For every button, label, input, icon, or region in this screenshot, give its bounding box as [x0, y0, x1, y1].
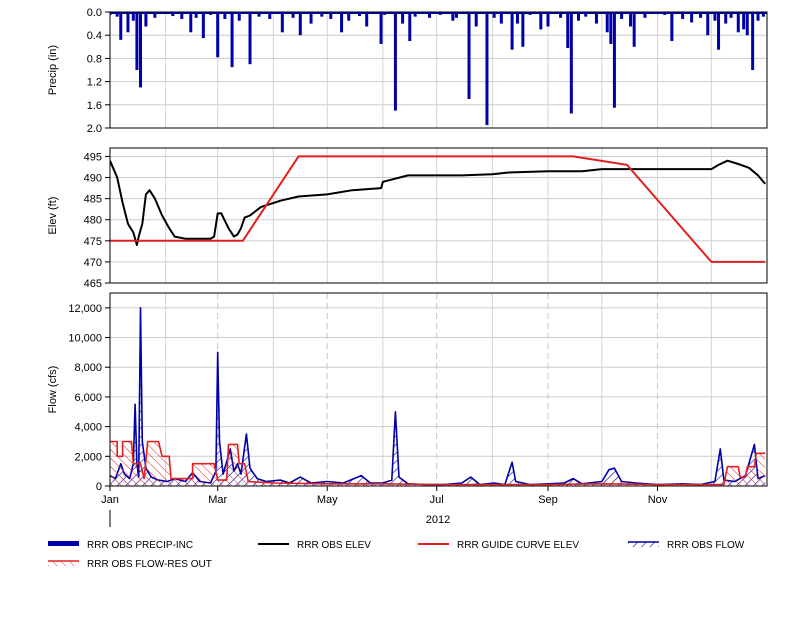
precip-bar: [736, 12, 740, 33]
precip-bar: [745, 12, 749, 36]
y-tick-label: 4,000: [74, 422, 102, 434]
precip-bar: [742, 12, 746, 30]
x-axis-year-label: 2012: [426, 514, 450, 526]
precip-bar: [632, 12, 636, 47]
precip-bar: [365, 12, 369, 27]
precip-bar: [408, 12, 412, 41]
y-tick-label: 0.0: [87, 7, 102, 19]
precip-bar: [546, 12, 550, 27]
precip-bar: [629, 12, 633, 27]
legend-label: RRR OBS FLOW: [667, 540, 745, 551]
precip-bar: [340, 12, 344, 33]
x-tick-label: Sep: [538, 494, 558, 506]
y-tick-label: 1.2: [87, 77, 102, 89]
y-tick-label: 2.0: [87, 123, 102, 135]
legend-item: RRR OBS FLOW: [628, 540, 745, 551]
precip-bar: [144, 12, 148, 27]
legend-item: RRR OBS ELEV: [258, 540, 371, 551]
x-tick-label: Jan: [101, 494, 119, 506]
plot-area: [110, 293, 767, 486]
x-tick-label: May: [317, 494, 338, 506]
precip-bar: [201, 12, 205, 39]
y-tick-label: 495: [84, 151, 102, 163]
precip-bar: [521, 12, 525, 47]
precip-bar: [609, 12, 613, 44]
x-axis: 2012 Jan Mar May Jul Sep Nov: [101, 486, 668, 527]
legend-item: RRR OBS PRECIP-INC: [48, 540, 193, 551]
panel-2: 465 470 475 480 485 490 495 Elev (ft): [47, 147, 768, 290]
precip-bar: [485, 12, 489, 126]
y-tick-label: 0.4: [87, 30, 102, 42]
plot-area: [110, 12, 767, 128]
y-tick-label: 475: [84, 236, 102, 248]
precip-bar: [393, 12, 397, 111]
legend-label: RRR OBS PRECIP-INC: [87, 540, 193, 551]
precip-bar: [717, 12, 721, 50]
y-axis-label: Precip (in): [47, 45, 59, 95]
chart-panels: 0.0 0.4 0.8 1.2 1.6 2.0 Precip (in) 465 470 475 48…: [47, 7, 768, 493]
y-tick-label: 12,000: [68, 303, 102, 315]
legend-swatch: [48, 541, 79, 546]
precip-bar: [612, 12, 616, 108]
legend-label: RRR OBS ELEV: [297, 540, 371, 551]
precip-bar: [379, 12, 383, 44]
y-tick-label: 465: [84, 278, 102, 290]
x-tick-label: Jul: [430, 494, 444, 506]
y-tick-label: 485: [84, 194, 102, 206]
precip-bar: [569, 12, 573, 114]
legend-item: RRR GUIDE CURVE ELEV: [418, 540, 579, 551]
chart-svg: 0.0 0.4 0.8 1.2 1.6 2.0 Precip (in) 465 470 475 48…: [47, 7, 768, 570]
legend-label: RRR GUIDE CURVE ELEV: [457, 540, 579, 551]
y-axis-label: Flow (cfs): [47, 366, 59, 414]
precip-bar: [230, 12, 234, 68]
precip-bar: [248, 12, 252, 65]
y-tick-label: 490: [84, 173, 102, 185]
legend-label: RRR OBS FLOW-RES OUT: [87, 559, 212, 570]
precip-bar: [135, 12, 139, 70]
precip-bar: [189, 12, 193, 33]
precip-bar: [139, 12, 143, 88]
legend: RRR OBS PRECIP-INC RRR OBS ELEV RRR GUIDE …: [48, 540, 745, 570]
precip-bar: [126, 12, 130, 33]
precip-bar: [216, 12, 220, 58]
precip-bar: [605, 12, 609, 33]
precip-bar: [670, 12, 674, 41]
y-tick-label: 480: [84, 215, 102, 227]
chart-root: 0.0 0.4 0.8 1.2 1.6 2.0 Precip (in) 465 470 475 48…: [0, 0, 800, 627]
precip-bar: [119, 12, 123, 40]
x-tick-label: Nov: [648, 494, 668, 506]
y-tick-label: 0.8: [87, 53, 102, 65]
y-tick-label: 1.6: [87, 100, 102, 112]
y-tick-label: 8,000: [74, 362, 102, 374]
precip-bar: [298, 12, 302, 36]
precip-bar: [539, 12, 543, 30]
precip-bar: [467, 12, 471, 99]
precip-bar: [706, 12, 710, 36]
x-tick-label: Mar: [208, 494, 227, 506]
y-tick-label: 10,000: [68, 333, 102, 345]
legend-item: RRR OBS FLOW-RES OUT: [48, 559, 212, 570]
precip-bar: [566, 12, 570, 48]
panel-3: 0 2,000 4,000 6,000 8,000 10,000 12,000 Flow (c…: [47, 292, 768, 493]
y-tick-label: 470: [84, 257, 102, 269]
panel-1: 0.0 0.4 0.8 1.2 1.6 2.0 Precip (in): [47, 7, 768, 135]
y-tick-label: 0: [96, 481, 102, 493]
y-tick-label: 2,000: [74, 451, 102, 463]
precip-bar: [474, 12, 478, 27]
y-axis-label: Elev (ft): [47, 197, 59, 235]
precip-bar: [510, 12, 514, 50]
y-tick-label: 6,000: [74, 392, 102, 404]
precip-bar: [751, 12, 755, 70]
precip-bar: [280, 12, 284, 33]
